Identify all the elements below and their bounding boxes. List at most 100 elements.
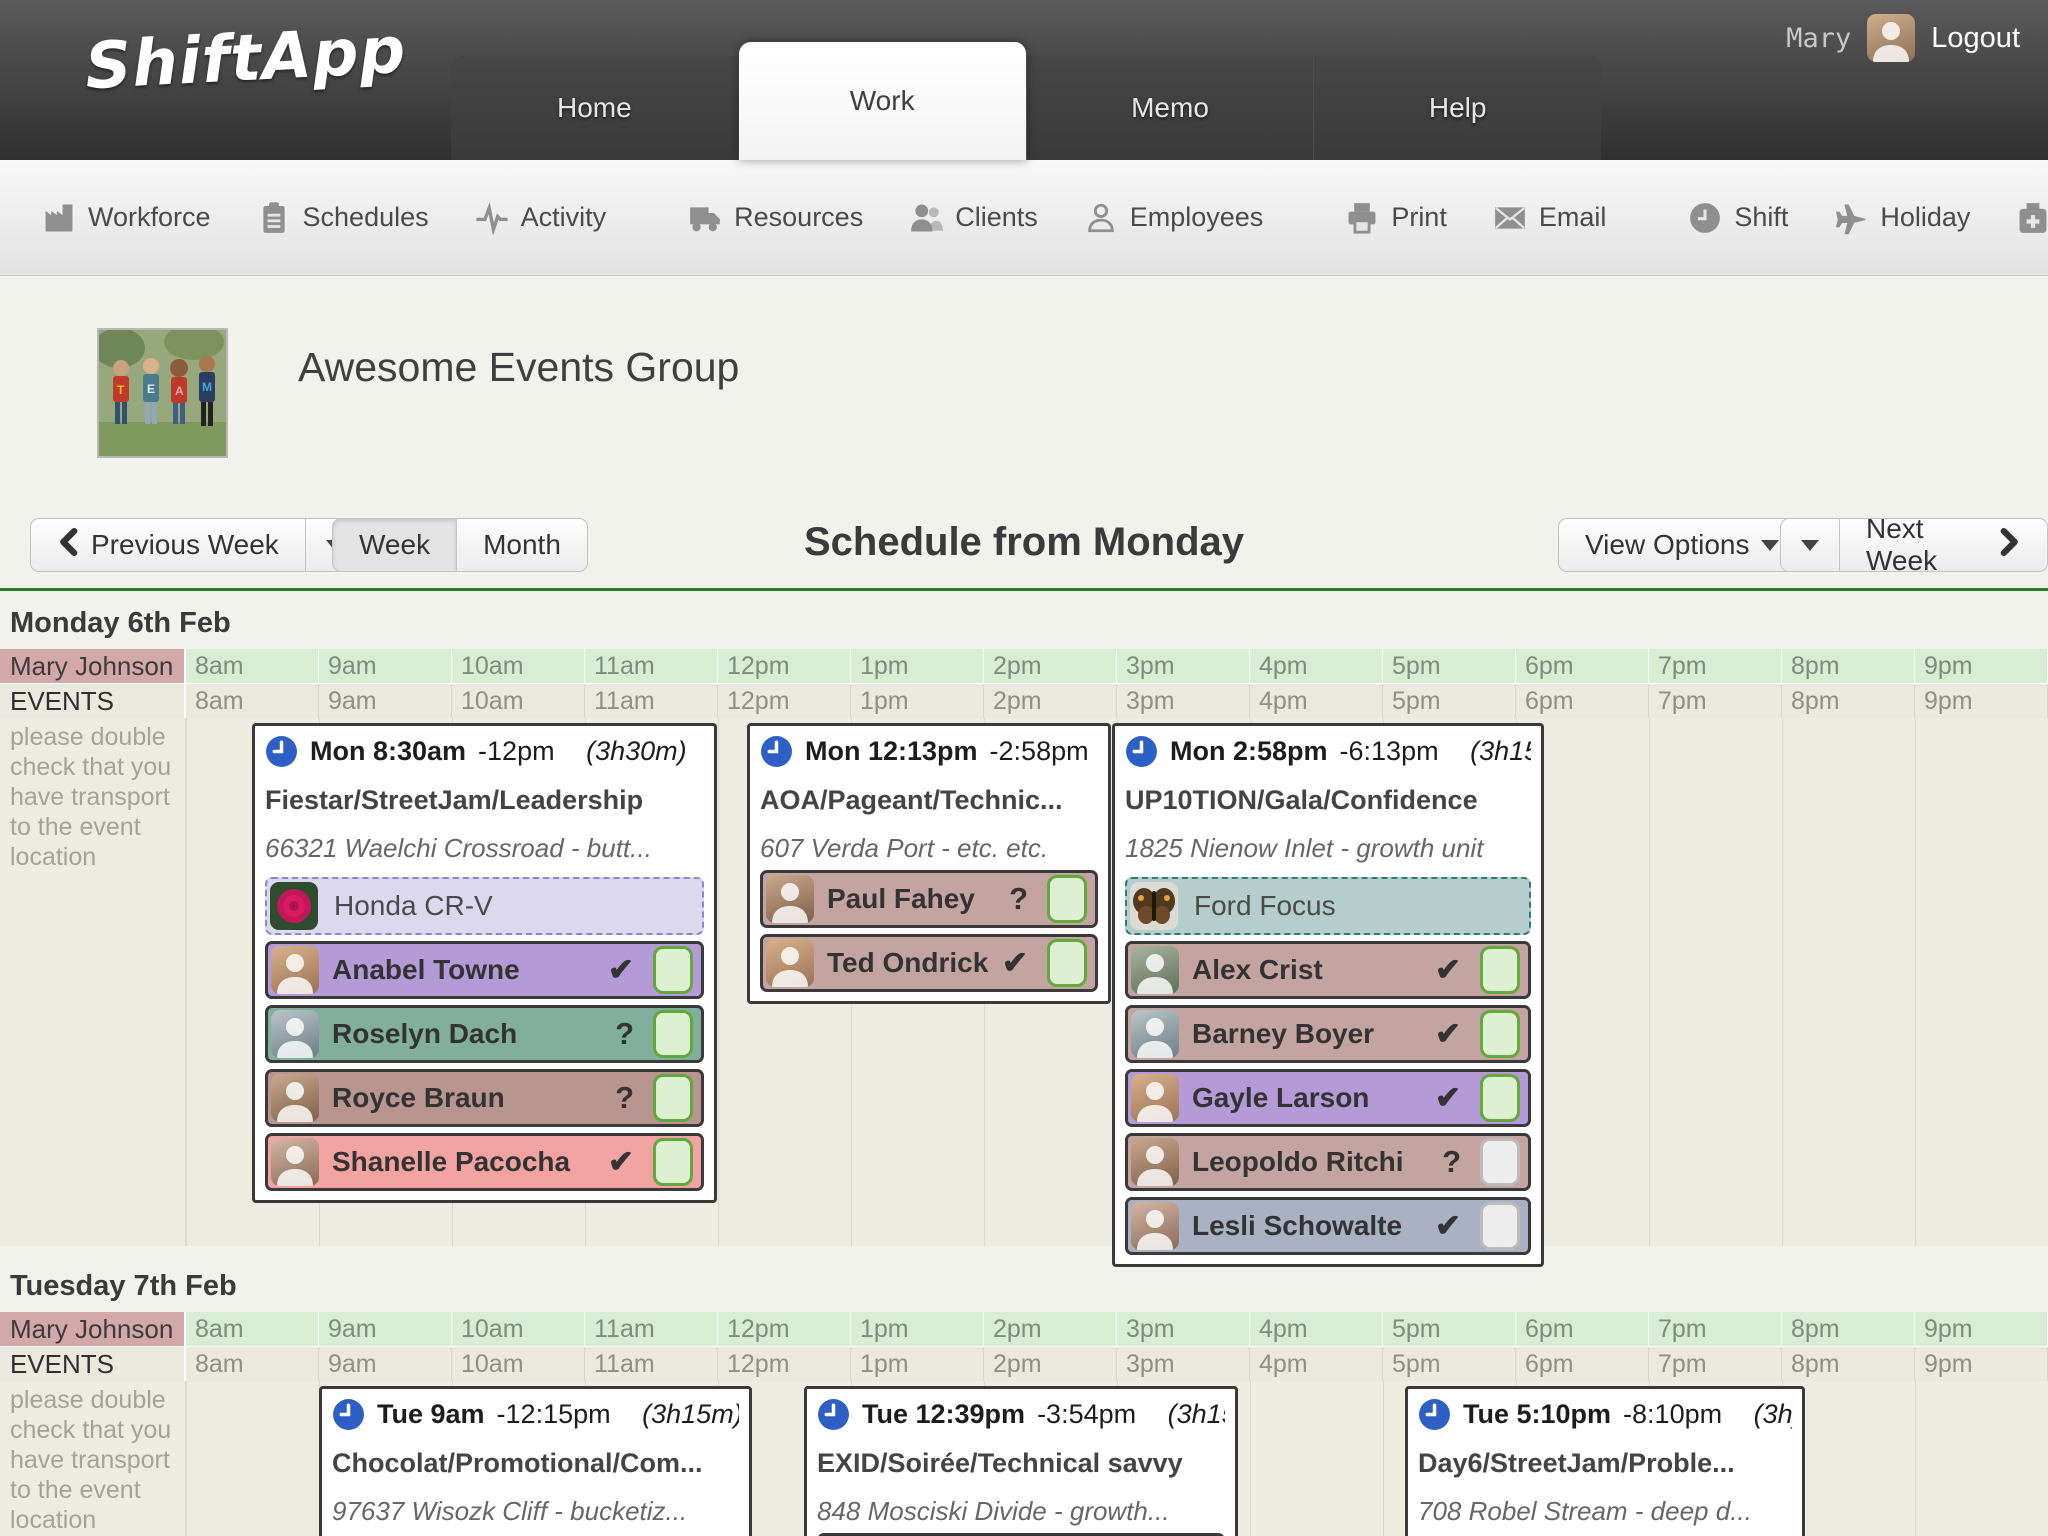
hour-cell: 12pm: [718, 1347, 851, 1381]
hour-cell: 10am: [452, 1347, 585, 1381]
toolbar-schedules[interactable]: Schedules: [257, 201, 429, 235]
tab-help[interactable]: Help: [1314, 56, 1601, 160]
clock-icon: [265, 735, 298, 768]
shift-card[interactable]: Mon 2:58pm-6:13pm (3h15m) UP10TION/Gala/…: [1112, 723, 1544, 1267]
member-checkbox[interactable]: [1480, 946, 1520, 994]
toolbar-resources[interactable]: Resources: [688, 201, 863, 235]
next-week-dropdown[interactable]: [1780, 518, 1840, 572]
events-row: EVENTS 8am9am10am11am12pm1pm2pm3pm4pm5pm…: [0, 1347, 2048, 1381]
shift-card[interactable]: Tue 5:10pm-8:10pm (3h) Day6/StreetJam/Pr…: [1405, 1386, 1805, 1536]
member-name: Anabel Towne: [332, 954, 595, 986]
shift-card[interactable]: Mon 12:13pm-2:58pm AOA/Pageant/Technic..…: [747, 723, 1111, 1004]
hour-cell: 3pm: [1117, 684, 1250, 718]
member-row[interactable]: Barney Boyer ✔: [1125, 1005, 1531, 1063]
member-row[interactable]: Royce Braun ?: [265, 1069, 704, 1127]
next-week-button[interactable]: Next Week: [1840, 518, 2048, 572]
toolbar-employees[interactable]: Employees: [1084, 201, 1264, 235]
tab-work[interactable]: Work: [739, 42, 1027, 160]
member-checkbox[interactable]: [653, 1074, 693, 1122]
shift-address: 97637 Wisozk Cliff - bucketiz...: [332, 1496, 739, 1527]
resource-row[interactable]: Honda CR-V: [265, 877, 704, 935]
member-checkbox[interactable]: [1480, 1074, 1520, 1122]
member-checkbox[interactable]: [653, 1010, 693, 1058]
group-photo: T E A M: [97, 328, 228, 458]
avatar: [1131, 1138, 1179, 1186]
events-label-cell: EVENTS: [0, 1347, 186, 1381]
clock-icon: [1688, 201, 1722, 235]
hour-cell: 8am: [186, 1312, 319, 1346]
hour-cell: 10am: [452, 1312, 585, 1346]
timeline-row: Mary Johnson 8am9am10am11am12pm1pm2pm3pm…: [0, 1312, 2048, 1347]
person-outline-icon: [1084, 201, 1118, 235]
events-label-cell: EVENTS: [0, 684, 186, 718]
hour-cell: 9am: [319, 684, 452, 718]
events-note: please double check that you have transp…: [0, 718, 186, 1246]
hour-cell: 6pm: [1516, 684, 1649, 718]
employee-name-cell[interactable]: Mary Johnson: [0, 649, 186, 683]
toolbar-shift[interactable]: Shift: [1688, 201, 1788, 235]
toolbar-clients[interactable]: Clients: [909, 201, 1038, 235]
hour-cell: 1pm: [851, 1347, 984, 1381]
toolbar-holiday[interactable]: Holiday: [1834, 201, 1970, 235]
tab-memo[interactable]: Memo: [1027, 56, 1315, 160]
member-checkbox[interactable]: [1047, 875, 1087, 923]
workforce-icon: [42, 201, 76, 235]
member-name: Leopoldo Ritchi: [1192, 1146, 1429, 1178]
member-row[interactable]: Leopoldo Ritchi ?: [1125, 1133, 1531, 1191]
hour-cell: 5pm: [1383, 649, 1516, 683]
member-row[interactable]: Lesli Schowalte ✔: [1125, 1197, 1531, 1255]
member-row[interactable]: Shanelle Pacocha ✔: [265, 1133, 704, 1191]
hour-cell: 10am: [452, 649, 585, 683]
toolbar-email[interactable]: Email: [1493, 201, 1607, 235]
shift-time: Mon 12:13pm-2:58pm: [760, 735, 1098, 768]
svg-text:A: A: [175, 384, 184, 398]
hour-cell: 1pm: [851, 1312, 984, 1346]
resource-row[interactable]: Ford Focus: [1125, 877, 1531, 935]
hour-cell: 1pm: [851, 649, 984, 683]
avatar: [271, 1010, 319, 1058]
shift-address: 66321 Waelchi Crossroad - butt...: [265, 833, 704, 864]
member-row[interactable]: Gayle Larson ✔: [1125, 1069, 1531, 1127]
member-checkbox[interactable]: [653, 946, 693, 994]
logout-button[interactable]: Logout: [1931, 22, 2020, 55]
member-name: Royce Braun: [332, 1082, 602, 1114]
view-options-button[interactable]: View Options: [1558, 518, 1806, 572]
member-checkbox[interactable]: [1480, 1138, 1520, 1186]
member-row[interactable]: Alex Crist ✔: [1125, 941, 1531, 999]
plane-icon: [1834, 201, 1868, 235]
day-title: Monday 6th Feb: [10, 607, 2048, 640]
toolbar-workforce[interactable]: Workforce: [42, 201, 211, 235]
hour-cell: 7pm: [1649, 649, 1782, 683]
tab-home[interactable]: Home: [451, 56, 739, 160]
member-name: Roselyn Dach: [332, 1018, 602, 1050]
member-row[interactable]: Paul Fahey ?: [760, 870, 1098, 928]
hour-cell: 11am: [585, 649, 718, 683]
toolbar-sick[interactable]: Sick: [2016, 201, 2048, 235]
avatar: [1131, 1010, 1179, 1058]
toolbar-activity[interactable]: Activity: [475, 201, 607, 235]
shift-address: 1825 Nienow Inlet - growth unit: [1125, 833, 1531, 864]
member-checkbox[interactable]: [1480, 1202, 1520, 1250]
hour-cell: 8pm: [1782, 684, 1915, 718]
employee-name-cell[interactable]: Mary Johnson: [0, 1312, 186, 1346]
status-check-icon: ✔: [1435, 1080, 1461, 1116]
member-checkbox[interactable]: [653, 1138, 693, 1186]
shift-title: AOA/Pageant/Technic...: [760, 785, 1098, 816]
member-row[interactable]: Ted Ondrick ✔: [760, 934, 1098, 992]
shift-title: EXID/Soirée/Technical savvy: [817, 1448, 1225, 1479]
avatar: [1131, 1074, 1179, 1122]
page-title: Awesome Events Group: [298, 344, 739, 391]
hour-cell: 4pm: [1250, 649, 1383, 683]
member-checkbox[interactable]: [1480, 1010, 1520, 1058]
schedule-grid-monday: please double check that you have transp…: [0, 718, 2048, 1246]
schedule-controls: Previous Week Week Month Schedule from M…: [0, 518, 2048, 574]
avatar: [766, 939, 814, 987]
shift-card[interactable]: Tue 9am-12:15pm (3h15m) Chocolat/Promoti…: [319, 1386, 752, 1536]
status-question-icon: ?: [1009, 881, 1028, 917]
shift-card[interactable]: Tue 12:39pm-3:54pm (3h15m) EXID/Soirée/T…: [804, 1386, 1238, 1536]
member-row[interactable]: Anabel Towne ✔: [265, 941, 704, 999]
shift-card[interactable]: Mon 8:30am-12pm (3h30m) Fiestar/StreetJa…: [252, 723, 717, 1203]
member-checkbox[interactable]: [1047, 939, 1087, 987]
member-row[interactable]: Roselyn Dach ?: [265, 1005, 704, 1063]
toolbar-print[interactable]: Print: [1345, 201, 1447, 235]
